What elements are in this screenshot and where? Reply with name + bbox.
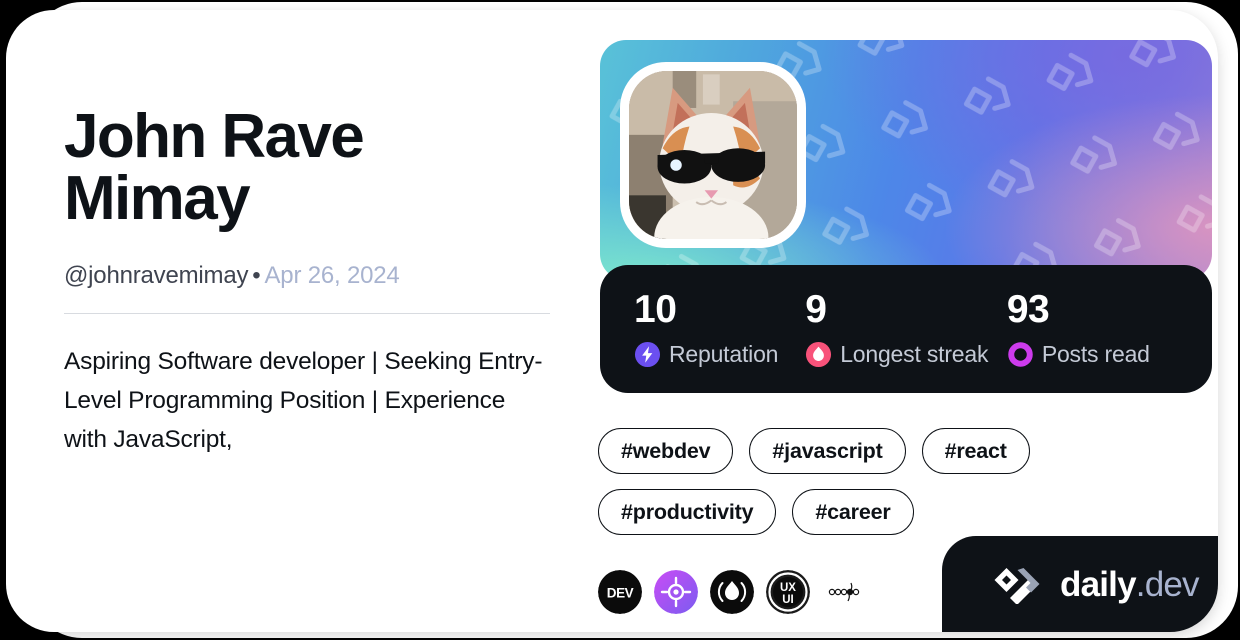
brand-name: daily [1060,564,1137,604]
profile-visual-column [600,40,1212,280]
stat-reputation: 10 Reputation [634,290,805,368]
avatar [620,62,806,248]
stat-label: Posts read [1041,341,1150,367]
tag-chip[interactable]: #javascript [749,428,906,474]
ux-ui-source-icon[interactable]: UX UI [766,570,810,614]
profile-bio: Aspiring Software developer | Seeking En… [64,347,543,453]
tag-chip[interactable]: #webdev [598,428,734,474]
brand-wordmark: daily.dev [1060,564,1200,604]
meta-separator: • [252,262,261,289]
streak-flame-icon [805,341,832,368]
svg-text:UI: UI [782,594,794,606]
flame-source-icon[interactable] [710,570,754,614]
stat-posts-read: 93 Posts read [1007,290,1178,368]
svg-text:DEV: DEV [607,586,634,601]
stat-longest-streak: 9 Longest streak [805,290,1007,368]
dotted-molecule-source-icon[interactable] [822,570,866,614]
source-list: DEV UX UI [598,570,866,614]
avatar-image [629,71,797,239]
divider [64,312,550,314]
reputation-bolt-icon [634,341,661,368]
dev-to-source-icon[interactable]: DEV [598,570,642,614]
profile-meta: @johnravemimay • Apr 26, 2024 [64,262,558,291]
stat-value: 10 [634,288,677,331]
tag-chip[interactable]: #career [792,489,914,535]
posts-read-ring-icon [1007,341,1034,368]
stat-label: Longest streak [840,341,989,367]
profile-handle: @johnravemimay [64,262,249,289]
brand-tld: .dev [1135,564,1200,604]
daily-dev-chevron-logo [990,564,1044,605]
stat-value: 93 [1006,288,1050,331]
stat-label: Reputation [669,341,779,367]
tag-chip[interactable]: #productivity [598,489,777,535]
purple-target-source-icon[interactable] [654,570,698,614]
profile-joined-date: Apr 26, 2024 [264,262,400,289]
page-title: John Rave Mimay [64,102,365,233]
stat-value: 9 [805,288,827,331]
stats-bar: 10 Reputation 9 Longest streak 93 Posts … [600,265,1212,393]
profile-card: John Rave Mimay @johnravemimay • Apr 26, 2… [6,10,1218,632]
tag-chip[interactable]: #react [921,428,1030,474]
cover-image [600,40,1212,280]
tag-list: #webdev #javascript #react #productivity… [598,428,1198,535]
profile-card-stage: John Rave Mimay @johnravemimay • Apr 26, 2… [0,0,1240,640]
profile-info-column: John Rave Mimay @johnravemimay • Apr 26, 2… [64,106,558,459]
daily-dev-brand-badge: daily.dev [942,536,1218,632]
svg-text:UX: UX [780,582,796,594]
